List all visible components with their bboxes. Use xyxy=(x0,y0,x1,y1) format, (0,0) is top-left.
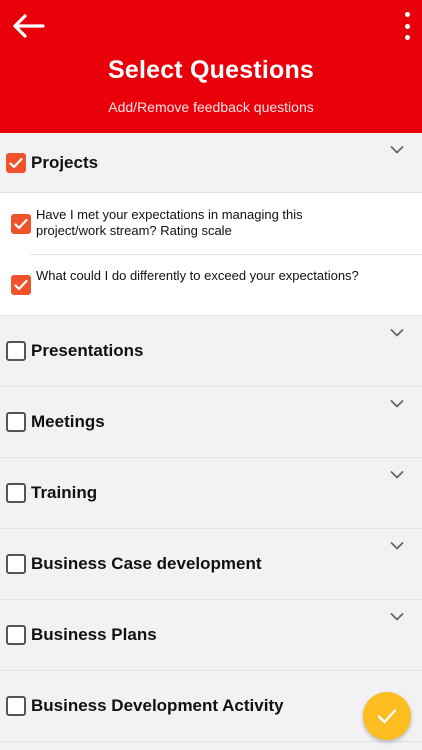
back-button[interactable] xyxy=(10,10,46,42)
section-checkbox-presentations[interactable] xyxy=(6,341,26,361)
section-meetings[interactable]: Meetings xyxy=(0,387,422,458)
check-icon xyxy=(14,218,28,230)
check-icon xyxy=(9,157,23,168)
section-checkbox-projects[interactable] xyxy=(6,152,26,173)
overflow-menu-button[interactable] xyxy=(400,12,414,40)
confirm-fab-button[interactable] xyxy=(363,692,411,740)
page-title: Select Questions xyxy=(107,56,315,84)
section-checkbox-training[interactable] xyxy=(6,483,26,503)
question-section-list: Projects Have I met your expectations in… xyxy=(0,133,422,742)
section-projects[interactable]: Projects xyxy=(0,133,422,193)
question-item[interactable]: What could I do differently to exceed yo… xyxy=(0,254,422,315)
page-subtitle: Add/Remove feedback questions xyxy=(108,99,314,115)
question-text: What could I do differently to exceed yo… xyxy=(36,268,359,283)
section-label: Business Development Activity xyxy=(31,696,284,715)
app-header: Select Questions Add/Remove feedback que… xyxy=(0,0,422,133)
section-checkbox-business-case-development[interactable] xyxy=(6,554,26,574)
section-presentations[interactable]: Presentations xyxy=(0,316,422,387)
section-business-plans[interactable]: Business Plans xyxy=(0,600,422,671)
check-icon xyxy=(377,709,397,724)
chevron-down-icon xyxy=(390,329,404,337)
section-toggle-training[interactable] xyxy=(390,470,404,480)
chevron-down-icon xyxy=(390,471,404,479)
chevron-down-icon xyxy=(390,542,404,550)
section-checkbox-meetings[interactable] xyxy=(6,412,26,432)
section-business-development-activity[interactable]: Business Development Activity xyxy=(0,671,422,742)
section-toggle-presentations[interactable] xyxy=(390,328,404,338)
more-vertical-icon xyxy=(404,12,410,17)
question-item[interactable]: Have I met your expectations in managing… xyxy=(0,193,422,254)
section-toggle-meetings[interactable] xyxy=(390,399,404,409)
section-business-case-development[interactable]: Business Case development xyxy=(0,529,422,600)
check-icon xyxy=(14,279,28,291)
section-label: Projects xyxy=(31,152,99,172)
section-checkbox-business-plans[interactable] xyxy=(6,625,26,645)
questions-projects: Have I met your expectations in managing… xyxy=(0,193,422,316)
section-label: Presentations xyxy=(31,341,144,360)
section-toggle-business-plans[interactable] xyxy=(390,612,404,622)
chevron-down-icon xyxy=(390,400,404,408)
section-toggle-business-case-development[interactable] xyxy=(390,541,404,551)
question-checkbox[interactable] xyxy=(11,214,31,234)
section-toggle-projects[interactable] xyxy=(390,145,404,155)
chevron-down-icon xyxy=(390,146,404,154)
arrow-left-icon xyxy=(13,14,45,38)
question-text: Have I met your expectations in managing… xyxy=(36,207,303,238)
section-label: Business Plans xyxy=(31,625,157,644)
section-checkbox-business-development-activity[interactable] xyxy=(6,696,26,716)
chevron-down-icon xyxy=(390,613,404,621)
section-label: Meetings xyxy=(31,412,105,431)
question-checkbox[interactable] xyxy=(11,275,31,295)
section-training[interactable]: Training xyxy=(0,458,422,529)
section-label: Business Case development xyxy=(31,554,262,573)
section-label: Training xyxy=(31,483,98,502)
